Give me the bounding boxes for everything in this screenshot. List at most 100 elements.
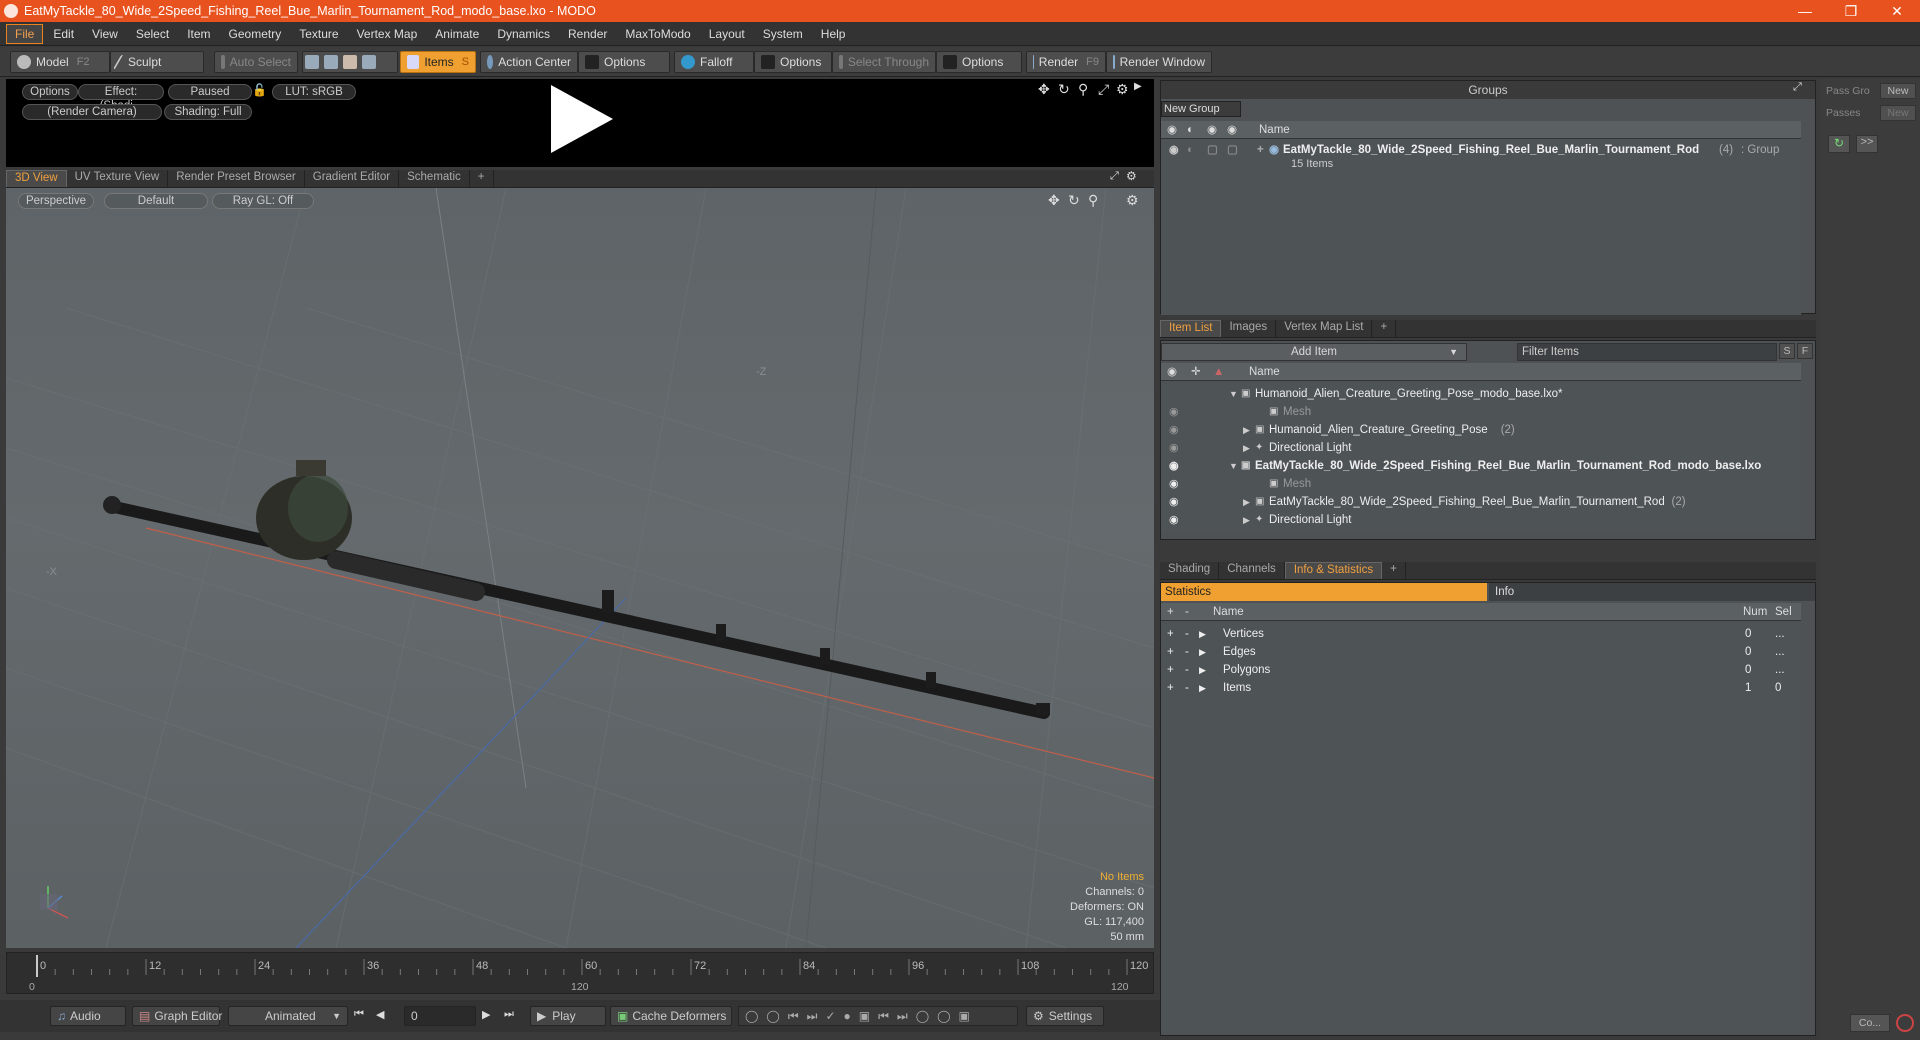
action-center-options-button[interactable]: Options [578, 51, 670, 73]
expand-plus-icon[interactable]: + [1167, 679, 1174, 697]
falloff-button[interactable]: Falloff [674, 51, 754, 73]
3d-viewport[interactable]: Perspective Default Ray GL: Off ✥ ↻ ⚲ ⚙ … [6, 188, 1154, 948]
paused-button[interactable]: Paused [168, 84, 252, 100]
list-item[interactable]: ◉ ▣ Mesh [1161, 475, 1801, 493]
viewport-expand-icon[interactable]: ⤢ [1110, 170, 1119, 183]
tab-vertex-map-list[interactable]: Vertex Map List [1276, 320, 1373, 337]
select-through-button[interactable]: Select Through [832, 51, 936, 73]
settings-button[interactable]: ⚙ Settings [1026, 1006, 1104, 1026]
visibility-eye-icon[interactable]: ◉ [1169, 475, 1179, 493]
expand-right-icon[interactable]: ▶ [1243, 439, 1250, 457]
auto-select-button[interactable]: Auto Select [214, 51, 298, 73]
list-item[interactable]: ◉ ▶ ✦ Directional Light [1161, 511, 1801, 529]
last-frame-icon[interactable]: ⏭ [504, 1008, 514, 1021]
menu-system[interactable]: System [755, 25, 811, 43]
effect-dropdown[interactable]: Effect: (Shadi... [78, 84, 164, 112]
expand-right-icon[interactable]: ▶ [1243, 493, 1250, 511]
new-pass-group-button[interactable]: New [1880, 83, 1916, 99]
expand-right-icon[interactable]: ▶ [1243, 421, 1250, 439]
sculpt-mode-button[interactable]: Sculpt [110, 51, 204, 73]
stats-row[interactable]: + - ▶ Items 1 0 [1161, 679, 1801, 697]
menu-texture[interactable]: Texture [291, 25, 346, 43]
new-pass-button[interactable]: New [1880, 105, 1916, 121]
model-mode-button[interactable]: Model F2 [10, 51, 110, 73]
viewport-rotate-icon[interactable]: ↻ [1068, 192, 1080, 209]
cache-deformers-button[interactable]: ▣ Cache Deformers [610, 1006, 732, 1026]
tab--[interactable]: + [1382, 562, 1406, 579]
menu-dynamics[interactable]: Dynamics [489, 25, 558, 43]
menu-help[interactable]: Help [813, 25, 854, 43]
list-item[interactable]: ◉ ▶ ✦ Directional Light [1161, 439, 1801, 457]
shading-dropdown[interactable]: Shading: Full [164, 104, 252, 120]
raygl-dropdown[interactable]: Ray GL: Off [212, 193, 314, 209]
stats-row[interactable]: + - ▶ Vertices 0... [1161, 625, 1801, 643]
record-icon[interactable] [1896, 1014, 1914, 1032]
search-s-button[interactable]: S [1779, 343, 1795, 359]
frame-input[interactable]: 0 [404, 1006, 476, 1026]
tab--[interactable]: + [1372, 320, 1397, 337]
menu-animate[interactable]: Animate [427, 25, 487, 43]
menu-render[interactable]: Render [560, 25, 615, 43]
next-frame-icon[interactable]: ▶ [482, 1008, 490, 1021]
range-end[interactable]: 120 [1111, 981, 1129, 993]
expand-plus-icon[interactable]: + [1167, 643, 1174, 661]
list-item[interactable]: ◉ ▣ Mesh [1161, 403, 1801, 421]
menu-vertex-map[interactable]: Vertex Map [349, 25, 426, 43]
tab-shading[interactable]: Shading [1160, 562, 1220, 579]
animated-dropdown[interactable]: Animated ▼ [228, 1006, 348, 1026]
menu-item[interactable]: Item [179, 25, 218, 43]
viewport-settings-icon[interactable]: ⚙ [1126, 192, 1139, 209]
collapse-minus-icon[interactable]: - [1185, 643, 1189, 661]
tab-render-preset-browser[interactable]: Render Preset Browser [168, 170, 305, 187]
audio-button[interactable]: ♫ Audio [50, 1006, 126, 1026]
menu-select[interactable]: Select [128, 25, 177, 43]
menu-edit[interactable]: Edit [45, 25, 82, 43]
list-item[interactable]: ◉ ▼ ▣ EatMyTackle_80_Wide_2Speed_Fishing_Re… [1161, 457, 1801, 475]
default-dropdown[interactable]: Default [104, 193, 208, 209]
selection-mode-icons[interactable] [302, 51, 398, 73]
tab-gradient-editor[interactable]: Gradient Editor [305, 170, 400, 187]
collapse-minus-icon[interactable]: - [1185, 661, 1189, 679]
timeline[interactable]: 0 12 24 36 48 60 72 84 96 108 120 0 120 120 [6, 952, 1154, 994]
expand-right-icon[interactable]: ▶ [1243, 511, 1250, 529]
expand-right-icon[interactable]: ▶ [1199, 643, 1206, 661]
zoom-icon[interactable]: ⚲ [1078, 81, 1088, 98]
expand-down-icon[interactable]: ▼ [1229, 457, 1238, 475]
expand-plus-icon[interactable]: + [1167, 625, 1174, 643]
minimize-icon[interactable]: — [1782, 3, 1828, 19]
command-input[interactable]: Co... [1850, 1014, 1890, 1032]
expand-down-icon[interactable]: ▼ [1229, 385, 1238, 403]
lut-dropdown[interactable]: LUT: sRGB [272, 84, 356, 100]
range-start[interactable]: 0 [29, 981, 35, 993]
expand-arrow-icon[interactable]: ▶ [1134, 81, 1142, 92]
group-row[interactable]: ◉ ◐ ▢ ▢ + ◉ EatMyTackle_80_Wide_2Speed_F… [1161, 141, 1801, 159]
filter-items-input[interactable]: Filter Items [1517, 343, 1777, 361]
stats-row[interactable]: + - ▶ Edges 0... [1161, 643, 1801, 661]
keyframe-tools[interactable]: ◯◯⏮⏭✓●▣⏮⏭◯◯▣ [738, 1006, 1018, 1026]
first-frame-icon[interactable]: ⏮ [354, 1008, 364, 1021]
list-item[interactable]: ◉ ▶ ▣ EatMyTackle_80_Wide_2Speed_Fishing_Re… [1161, 493, 1801, 511]
menu-geometry[interactable]: Geometry [221, 25, 290, 43]
camera-dropdown[interactable]: (Render Camera) [22, 104, 162, 120]
close-icon[interactable]: ✕ [1874, 3, 1920, 20]
menu-file[interactable]: File [6, 23, 44, 44]
gear-icon[interactable]: ⚙ [1116, 81, 1129, 98]
visibility-eye-icon[interactable]: ◉ [1169, 403, 1179, 421]
visibility-eye-icon[interactable]: ◉ [1169, 421, 1179, 439]
refresh-icon[interactable]: ↻ [1828, 135, 1850, 153]
falloff-options-button[interactable]: Options [754, 51, 832, 73]
render-window-button[interactable]: Render Window [1106, 51, 1212, 73]
viewport-pan-icon[interactable]: ✥ [1048, 192, 1060, 209]
visibility-eye-icon[interactable]: ◉ [1169, 511, 1179, 529]
viewport-gear-icon[interactable]: ⚙ [1126, 169, 1137, 183]
tab-schematic[interactable]: Schematic [399, 170, 470, 187]
visibility-eye-icon[interactable]: ◉ [1169, 457, 1179, 475]
expand-right-icon[interactable]: ▶ [1199, 625, 1206, 643]
list-item[interactable]: ◉ ▶ ▣ Humanoid_Alien_Creature_Greeting_Pose… [1161, 421, 1801, 439]
add-item-dropdown[interactable]: Add Item ▼ [1161, 343, 1467, 361]
render-button[interactable]: Render F9 [1026, 51, 1106, 73]
tab-info-statistics[interactable]: Info & Statistics [1284, 562, 1383, 579]
more-button[interactable]: >> [1856, 135, 1878, 153]
maximize-icon[interactable]: ⤢ [1098, 81, 1109, 98]
tab-uv-texture-view[interactable]: UV Texture View [67, 170, 169, 187]
